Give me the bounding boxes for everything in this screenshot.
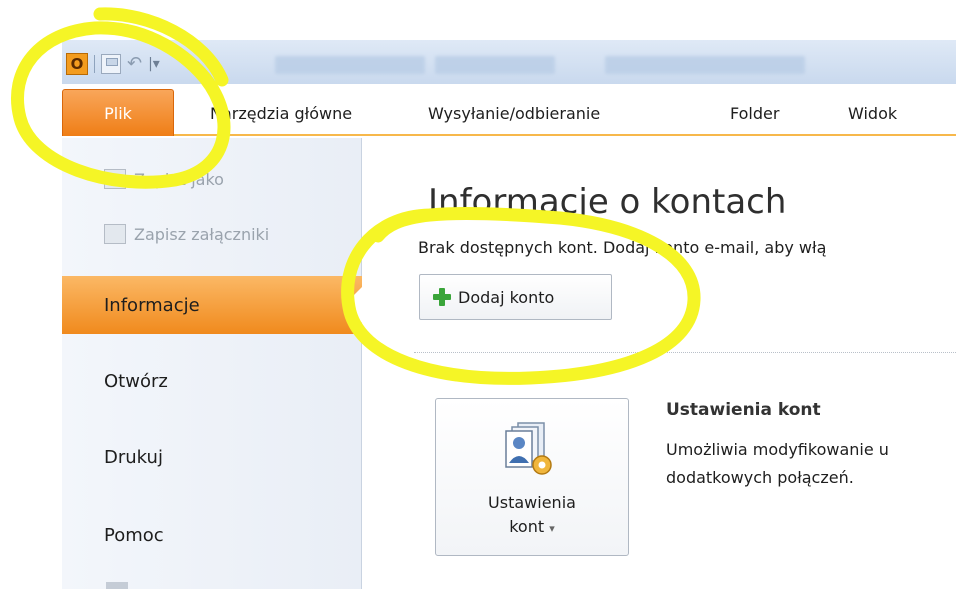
account-settings-icon <box>505 422 552 475</box>
nav-save-attachments[interactable]: Zapisz załączniki <box>104 220 269 248</box>
nav-item-print[interactable]: Drukuj <box>62 440 362 474</box>
tab-view[interactable]: Widok <box>848 100 897 126</box>
account-settings-desc-line1: Umożliwia modyfikowanie u <box>666 440 889 459</box>
undo-icon[interactable]: ↶ <box>127 54 142 74</box>
account-settings-desc-line2: dodatkowych połączeń. <box>666 468 854 487</box>
outlook-window: O ↶ |▾ Plik Narzędzia główne Wysyłanie/o… <box>0 0 956 589</box>
account-settings-description: Umożliwia modyfikowanie u dodatkowych po… <box>666 436 956 492</box>
taskbar-blurred-area <box>275 56 956 74</box>
chevron-down-icon: ▾ <box>549 522 555 535</box>
account-settings-heading: Ustawienia kont <box>666 400 821 420</box>
qat-separator <box>94 55 95 73</box>
save-attachments-icon <box>104 224 126 244</box>
nav-item-info[interactable]: Informacje <box>62 276 362 334</box>
save-icon[interactable] <box>101 54 121 74</box>
active-nav-pointer <box>344 286 363 324</box>
nav-item-open[interactable]: Otwórz <box>62 364 362 398</box>
add-account-label: Dodaj konto <box>458 287 555 307</box>
nav-item-print-label: Drukuj <box>104 446 163 468</box>
tab-file[interactable]: Plik <box>62 89 174 136</box>
nav-item-open-label: Otwórz <box>104 370 168 392</box>
save-as-icon <box>104 169 126 189</box>
tab-home[interactable]: Narzędzia główne <box>210 100 352 126</box>
nav-save-as-label: Zapisz jako <box>134 169 224 189</box>
nav-save-attachments-label: Zapisz załączniki <box>134 224 270 244</box>
nav-item-help-label: Pomoc <box>104 524 164 546</box>
nav-item-help[interactable]: Pomoc <box>62 518 362 552</box>
page-title: Informacje o kontach <box>428 182 787 222</box>
customize-qat-icon[interactable]: |▾ <box>148 56 160 72</box>
section-divider <box>414 352 956 353</box>
nav-item-info-label: Informacje <box>104 294 200 316</box>
tab-folder[interactable]: Folder <box>730 100 779 126</box>
options-icon[interactable] <box>106 582 128 589</box>
tab-send-receive[interactable]: Wysyłanie/odbieranie <box>428 100 600 126</box>
account-settings-button[interactable]: Ustawienia kont ▾ <box>435 398 629 556</box>
add-account-button[interactable]: Dodaj konto <box>419 274 612 320</box>
outlook-app-icon[interactable]: O <box>66 53 88 75</box>
no-accounts-message: Brak dostępnych kont. Dodaj konto e-mail… <box>418 238 827 257</box>
plus-icon <box>432 287 452 307</box>
nav-save-as[interactable]: Zapisz jako <box>104 165 224 193</box>
account-settings-label-line2: kont ▾ <box>509 517 555 536</box>
account-settings-label: Ustawienia kont ▾ <box>436 491 628 541</box>
quick-access-toolbar: O ↶ |▾ <box>66 52 160 76</box>
account-settings-label-line1: Ustawienia <box>488 493 576 512</box>
